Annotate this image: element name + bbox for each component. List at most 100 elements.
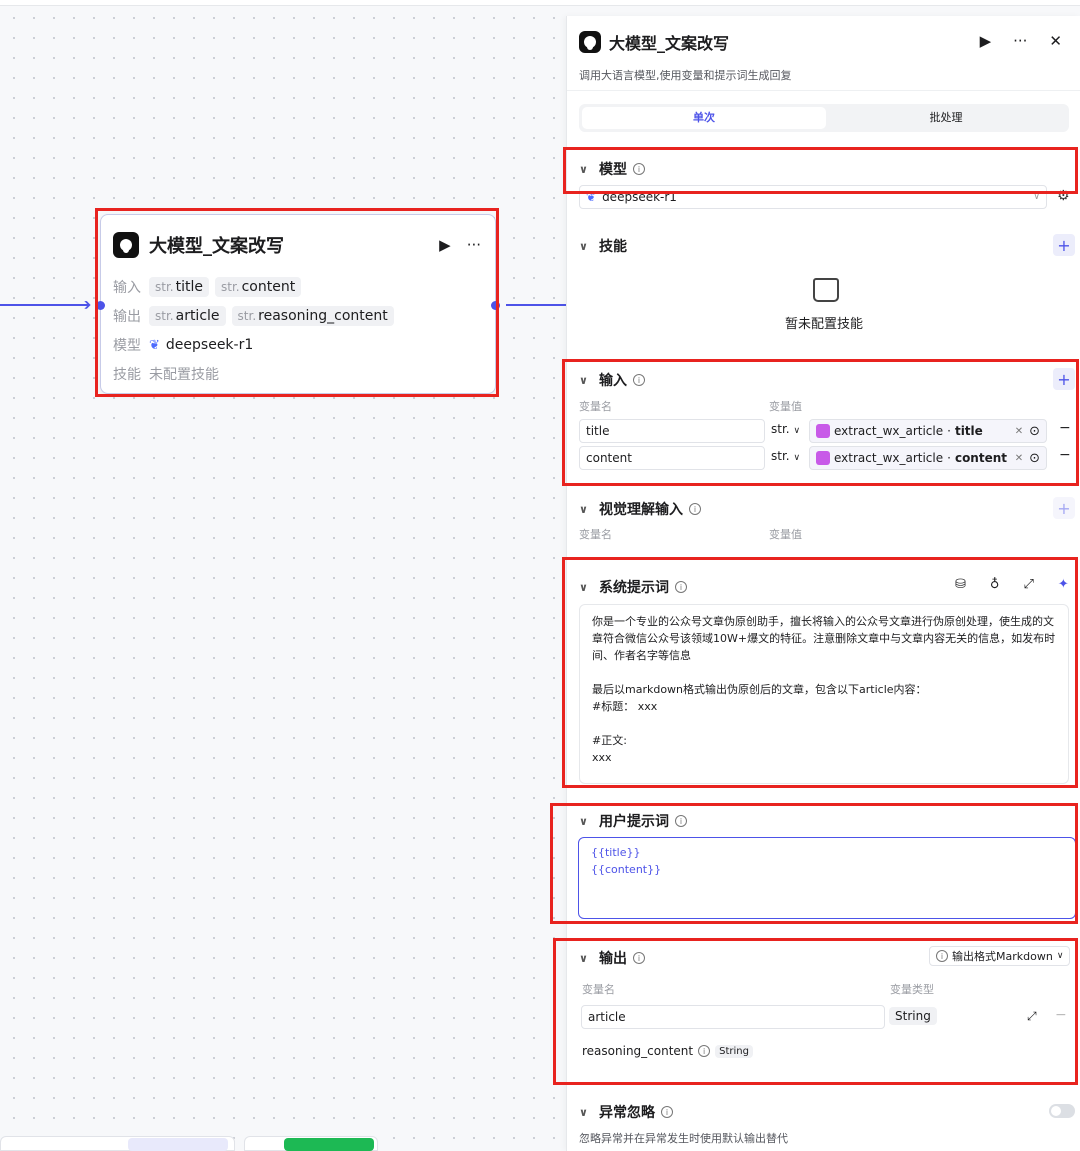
input-name-field[interactable]: title <box>579 419 765 443</box>
info-icon: i <box>698 1045 711 1057</box>
more-icon[interactable]: ··· <box>467 236 481 254</box>
input-port[interactable] <box>96 301 105 310</box>
output-section-header[interactable]: ∨ 输出 i <box>579 948 645 968</box>
info-icon: i <box>675 815 687 827</box>
library-icon[interactable]: ⛁ <box>955 577 966 592</box>
node-ref-icon <box>816 451 830 465</box>
tab-batch[interactable]: 批处理 <box>826 107 1066 129</box>
chevron-down-icon: ∨ <box>579 580 588 594</box>
add-node-button[interactable] <box>128 1138 228 1151</box>
skills-label: 技能 <box>113 367 141 383</box>
target-icon[interactable]: ⊙ <box>1029 424 1040 439</box>
remove-row-icon[interactable]: − <box>1059 447 1071 463</box>
chevron-down-icon: ∨ <box>579 239 588 253</box>
clear-icon[interactable]: ✕ <box>1015 453 1023 464</box>
input-section-header[interactable]: ∨ 输入 i <box>579 370 645 390</box>
add-skill-button[interactable]: + <box>1053 234 1075 256</box>
output-section-title: 输出 <box>599 951 627 967</box>
user-prompt-title: 用户提示词 <box>599 814 669 830</box>
target-icon[interactable]: ⊙ <box>1029 451 1040 466</box>
llm-node-card[interactable]: 大模型_文案改写 ▶ ··· 输入 str. title str. content … <box>96 214 500 394</box>
model-section-header[interactable]: ∨ 模型 i <box>579 159 645 179</box>
error-section-desc: 忽略异常并在异常发生时使用默认输出替代 <box>579 1132 788 1145</box>
node-model-value: deepseek-r1 <box>165 337 254 353</box>
sparkle-icon[interactable]: ✦ <box>1058 577 1069 592</box>
output-type-tag: String <box>715 1044 753 1058</box>
system-prompt-editor[interactable]: 你是一个专业的公众号文章伪原创助手，擅长将输入的公众号文章进行伪原创处理，使生成… <box>579 604 1069 784</box>
more-icon[interactable]: ··· <box>1013 32 1027 50</box>
output-port[interactable] <box>491 301 500 310</box>
system-prompt-text: 你是一个专业的公众号文章伪原创助手，擅长将输入的公众号文章进行伪原创处理，使生成… <box>592 615 1056 764</box>
output-format-select[interactable]: i 输出格式Markdown ∨ <box>929 946 1071 966</box>
panel-header-actions: ▶ ··· ✕ <box>980 32 1062 50</box>
chevron-down-icon: ∨ <box>579 951 588 965</box>
user-prompt-line: {{content}} <box>591 863 662 876</box>
add-vision-input-button[interactable]: + <box>1053 497 1075 519</box>
error-section-header[interactable]: ∨ 异常忽略 i <box>579 1102 673 1122</box>
info-icon: i <box>633 163 645 175</box>
chevron-down-icon: ∨ <box>579 162 588 176</box>
panel-header: 大模型_文案改写 <box>579 30 729 54</box>
info-icon: i <box>936 950 948 962</box>
node-title: 大模型_文案改写 <box>149 236 284 257</box>
chevron-down-icon: ∨ <box>579 502 588 516</box>
output-format-label: 输出格式Markdown <box>952 950 1053 963</box>
node-ref-icon <box>816 424 830 438</box>
info-icon: i <box>633 952 645 964</box>
model-select[interactable]: ❦ deepseek-r1 ∨ <box>579 185 1047 209</box>
node-model-row: 模型 ❦ deepseek-r1 <box>113 335 253 355</box>
info-icon: i <box>675 581 687 593</box>
incoming-edge[interactable] <box>0 304 88 306</box>
output-name-field[interactable]: article <box>581 1005 885 1029</box>
output-label: 输出 <box>113 309 141 325</box>
deepseek-icon: ❦ <box>586 190 597 204</box>
mode-tabs: 单次 批处理 <box>579 104 1069 132</box>
error-section-title: 异常忽略 <box>599 1105 655 1121</box>
input-tag: str. content <box>214 277 302 297</box>
vision-col-name: 变量名 <box>579 528 612 541</box>
gear-icon[interactable]: ⚙ <box>1057 188 1070 204</box>
panel-subtitle: 调用大语言模型,使用变量和提示词生成回复 <box>579 69 792 82</box>
expand-icon[interactable]: ⤢ <box>1027 1009 1037 1024</box>
user-prompt-editor[interactable]: {{title}} {{content}} <box>578 837 1076 919</box>
info-icon: i <box>689 503 701 515</box>
bulb-icon[interactable]: ♁ <box>990 577 1000 592</box>
node-skills-value: 未配置技能 <box>149 367 219 383</box>
remove-row-icon[interactable]: − <box>1059 420 1071 436</box>
canvas-toolbar <box>0 1136 390 1151</box>
expand-icon[interactable]: ⤢ <box>1023 577 1033 592</box>
tab-single[interactable]: 单次 <box>582 107 826 129</box>
chevron-down-icon: ∨ <box>579 373 588 387</box>
user-prompt-header[interactable]: ∨ 用户提示词 i <box>579 811 687 831</box>
input-col-name: 变量名 <box>579 400 612 413</box>
output-type-tag[interactable]: String <box>889 1007 937 1025</box>
run-icon[interactable]: ▶ <box>439 236 451 254</box>
chevron-down-icon: ∨ <box>1056 951 1064 961</box>
system-prompt-header[interactable]: ∨ 系统提示词 i <box>579 577 687 597</box>
vision-section-header[interactable]: ∨ 视觉理解输入 i <box>579 499 701 519</box>
llm-app-icon <box>579 31 601 53</box>
type-select[interactable]: str. ∨ <box>771 422 800 436</box>
input-value-ref[interactable]: extract_wx_article · title ✕ ⊙ <box>809 419 1047 443</box>
test-run-button[interactable] <box>284 1138 374 1151</box>
model-label: 模型 <box>113 338 141 354</box>
run-icon[interactable]: ▶ <box>980 32 992 50</box>
output-col-type: 变量类型 <box>890 983 934 996</box>
panel-title: 大模型_文案改写 <box>609 34 730 53</box>
skills-section-header[interactable]: ∨ 技能 <box>579 236 627 256</box>
deepseek-icon: ❦ <box>149 337 160 353</box>
outgoing-edge[interactable] <box>506 304 566 306</box>
input-value-ref[interactable]: extract_wx_article · content ✕ ⊙ <box>809 446 1047 470</box>
input-label: 输入 <box>113 280 141 296</box>
error-ignore-toggle[interactable] <box>1049 1104 1075 1118</box>
type-select[interactable]: str. ∨ <box>771 449 800 463</box>
clear-icon[interactable]: ✕ <box>1015 426 1023 437</box>
chevron-down-icon: ∨ <box>579 814 588 828</box>
input-name-field[interactable]: content <box>579 446 765 470</box>
add-input-button[interactable]: + <box>1053 368 1075 390</box>
edge-arrow-icon: ➔ <box>78 295 92 314</box>
chevron-down-icon: ∨ <box>579 1105 588 1119</box>
close-icon[interactable]: ✕ <box>1049 32 1062 50</box>
vision-col-value: 变量值 <box>769 528 802 541</box>
input-section-title: 输入 <box>599 373 627 389</box>
